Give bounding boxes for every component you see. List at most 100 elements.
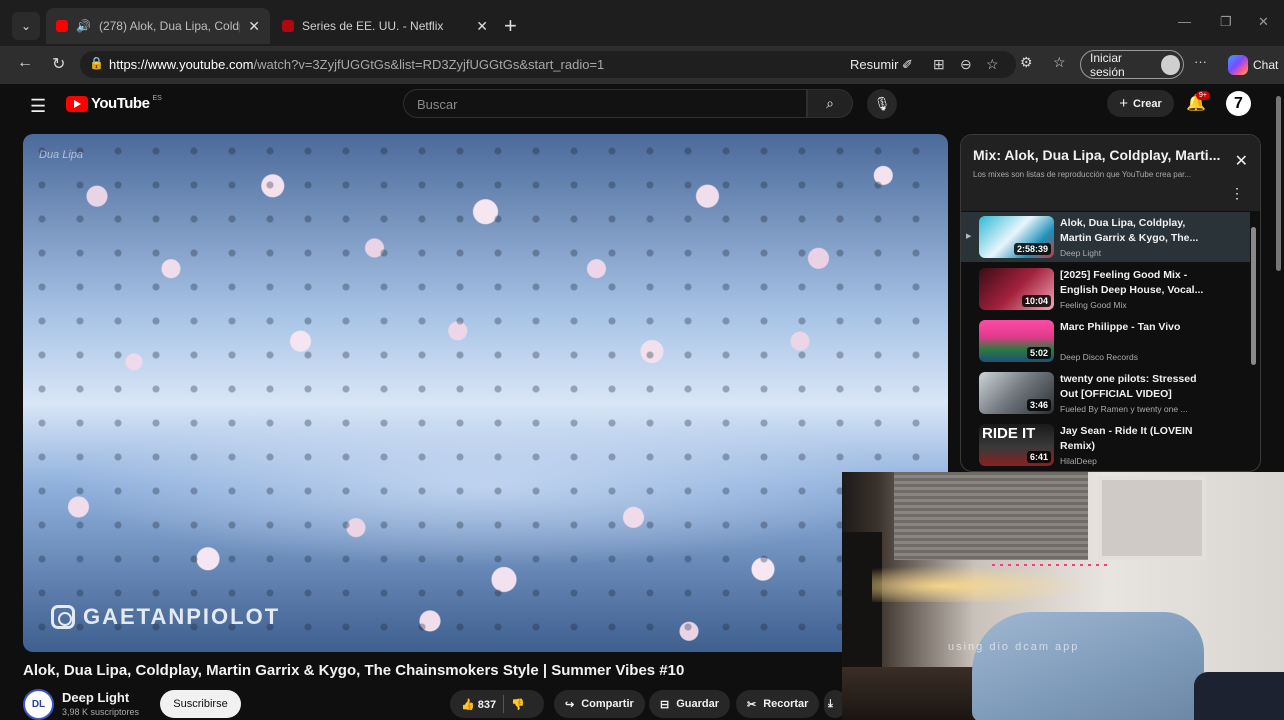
tab-netflix[interactable]: Series de EE. UU. - Netflix ✕	[272, 8, 498, 44]
more-options-icon[interactable]: ···	[1194, 54, 1207, 69]
save-button[interactable]: ⊟ Guardar	[649, 690, 731, 718]
microphone-icon: 🎙	[873, 96, 891, 111]
new-tab-button[interactable]: +	[504, 13, 517, 39]
apps-icon[interactable]: ⊞	[933, 56, 945, 73]
page-scrollbar[interactable]	[1276, 96, 1281, 271]
like-button[interactable]: 👍 837	[461, 698, 496, 711]
playlist-item-title: Jay Sean - Ride It (LOVEIN Remix)	[1060, 425, 1193, 452]
duration-badge: 6:41	[1026, 451, 1051, 463]
subscriber-count: 3,98 K suscriptores	[62, 707, 140, 717]
playlist-item-channel: Deep Disco Records	[1060, 352, 1138, 362]
close-icon[interactable]: ✕	[1235, 151, 1248, 171]
minimize-icon[interactable]: —	[1178, 14, 1191, 29]
search-input[interactable]: Buscar	[403, 89, 807, 118]
download-icon: ⤓	[828, 697, 833, 710]
maximize-icon[interactable]: ❐	[1220, 14, 1232, 30]
playlist-item[interactable]: ▶ 2:58:39 Alok, Dua Lipa, Coldplay, Mart…	[961, 212, 1250, 262]
close-tab-icon[interactable]: ✕	[248, 18, 260, 35]
summarize-icon: ✐	[902, 57, 913, 72]
video-thumbnail: 2:58:39	[979, 216, 1054, 258]
playlist-title[interactable]: Mix: Alok, Dua Lipa, Coldplay, Marti...	[973, 147, 1220, 163]
playlist-item-channel: Deep Light	[1060, 248, 1102, 258]
favorites-icon[interactable]: ☆	[1053, 54, 1066, 71]
video-thumbnail: 5:02	[979, 320, 1054, 362]
create-button[interactable]: + Crear	[1107, 90, 1174, 117]
video-thumbnail: RIDE IT 6:41	[979, 424, 1054, 466]
lock-icon[interactable]: 🔒	[89, 56, 104, 70]
reload-icon[interactable]: ↻	[52, 54, 65, 74]
webcam-chair	[1194, 672, 1284, 720]
browser-tab-bar: ⌄ 🔊 (278) Alok, Dua Lipa, Coldplay ✕ Ser…	[0, 0, 1284, 46]
notification-badge: 9+	[1196, 91, 1210, 100]
search-button[interactable]: ⌕	[807, 89, 853, 118]
close-window-icon[interactable]: ✕	[1258, 14, 1269, 30]
subscribe-button[interactable]: Suscribirse	[160, 690, 241, 718]
playlist-item[interactable]: 3:46 twenty one pilots: Stressed Out [OF…	[961, 368, 1250, 418]
webcam-overlay: using dio dcam app	[842, 472, 1284, 720]
playlist-item-title: twenty one pilots: Stressed Out [OFFICIA…	[1060, 373, 1197, 400]
playlist-item-channel: Feeling Good Mix	[1060, 300, 1127, 310]
more-vert-icon[interactable]: ⋮	[1230, 185, 1244, 202]
video-thumbnail: 10:04	[979, 268, 1054, 310]
favorite-star-icon[interactable]: ☆	[986, 56, 999, 73]
video-player[interactable]: Dua Lipa GAETANPIOLOT	[23, 134, 948, 652]
webcam-string-lights	[872, 562, 1112, 602]
url-domain: https://www.youtube.com	[109, 57, 254, 72]
browser-toolbar: ← ↻ 🔒 https://www.youtube.com/watch?v=3Z…	[0, 46, 1284, 84]
duration-badge: 10:04	[1021, 295, 1051, 307]
webcam-watermark: using dio dcam app	[948, 641, 1080, 653]
like-dislike-group: 👍 837 👎	[450, 690, 544, 718]
netflix-favicon-icon	[282, 20, 294, 32]
address-bar[interactable]: 🔒 https://www.youtube.com/watch?v=3ZyjfU…	[80, 51, 1016, 78]
plus-icon: +	[1119, 95, 1128, 112]
channel-name[interactable]: Deep Light	[62, 690, 129, 705]
speaker-icon[interactable]: 🔊	[76, 19, 91, 33]
webcam-led-strip	[992, 564, 1107, 566]
url-text[interactable]: https://www.youtube.com/watch?v=3ZyjfUGG…	[109, 57, 604, 72]
playlist-item[interactable]: 5:02 Marc Philippe - Tan Vivo Deep Disco…	[961, 316, 1250, 366]
scissors-icon: ✂	[747, 698, 757, 711]
signin-button[interactable]: Iniciar sesión	[1080, 50, 1184, 79]
video-frame-texture	[23, 134, 948, 652]
search-icon: ⌕	[826, 95, 834, 111]
account-avatar[interactable]: 7	[1226, 91, 1251, 116]
signin-label: Iniciar sesión	[1090, 50, 1125, 79]
youtube-favicon-icon	[56, 20, 68, 32]
clip-label: Recortar	[763, 698, 809, 710]
instagram-handle: GAETANPIOLOT	[83, 604, 281, 629]
playlist-item-title: [2025] Feeling Good Mix - English Deep H…	[1060, 269, 1204, 296]
menu-icon[interactable]: ☰	[30, 96, 46, 117]
youtube-logo[interactable]: YouTube ES	[66, 95, 162, 112]
tab-youtube[interactable]: 🔊 (278) Alok, Dua Lipa, Coldplay ✕	[46, 8, 270, 44]
clip-button[interactable]: ✂ Recortar	[736, 690, 820, 718]
copilot-chat-button[interactable]: Chat	[1228, 55, 1278, 75]
playlist-scrollbar[interactable]	[1251, 227, 1256, 365]
country-code: ES	[152, 95, 162, 102]
tab-title: (278) Alok, Dua Lipa, Coldplay	[98, 19, 240, 33]
voice-search-button[interactable]: 🎙	[867, 89, 897, 119]
playlist-item-channel: Fueled By Ramen y twenty one ...	[1060, 404, 1188, 414]
url-path: /watch?v=3ZyjfUGGtGs&list=RD3ZyjfUGGtGs&…	[253, 57, 605, 72]
close-tab-icon[interactable]: ✕	[476, 18, 488, 35]
playlist-item[interactable]: RIDE IT 6:41 Jay Sean - Ride It (LOVEIN …	[961, 420, 1250, 470]
playlist-item-title: Marc Philippe - Tan Vivo	[1060, 321, 1181, 333]
back-arrow-icon[interactable]: ←	[17, 54, 33, 72]
instagram-credit: GAETANPIOLOT	[51, 604, 280, 630]
like-count: 837	[477, 698, 497, 711]
youtube-wordmark: YouTube	[91, 95, 150, 112]
tab-actions-menu-icon[interactable]: ⌄	[12, 12, 40, 40]
webcam-cabinet	[1098, 476, 1206, 560]
playlist-subtitle: Los mixes son listas de reproducción que…	[973, 170, 1192, 179]
playlist-item[interactable]: 10:04 [2025] Feeling Good Mix - English …	[961, 264, 1250, 314]
profile-avatar-icon	[1161, 54, 1180, 75]
youtube-play-icon	[66, 95, 88, 112]
save-label: Guardar	[676, 698, 720, 710]
thumbs-down-icon[interactable]: 👎	[511, 698, 525, 711]
video-watermark: Dua Lipa	[39, 149, 84, 161]
extensions-icon[interactable]: ⚙	[1020, 54, 1033, 71]
summarize-button[interactable]: Resumir ✐	[850, 57, 913, 73]
channel-avatar[interactable]: DL	[23, 689, 54, 720]
zoom-icon[interactable]: ⊖	[960, 56, 972, 73]
share-button[interactable]: ↪ Compartir	[554, 690, 645, 718]
youtube-header: ☰ YouTube ES Buscar ⌕ 🎙 + Crear 🔔 9+ 7	[10, 84, 1272, 128]
